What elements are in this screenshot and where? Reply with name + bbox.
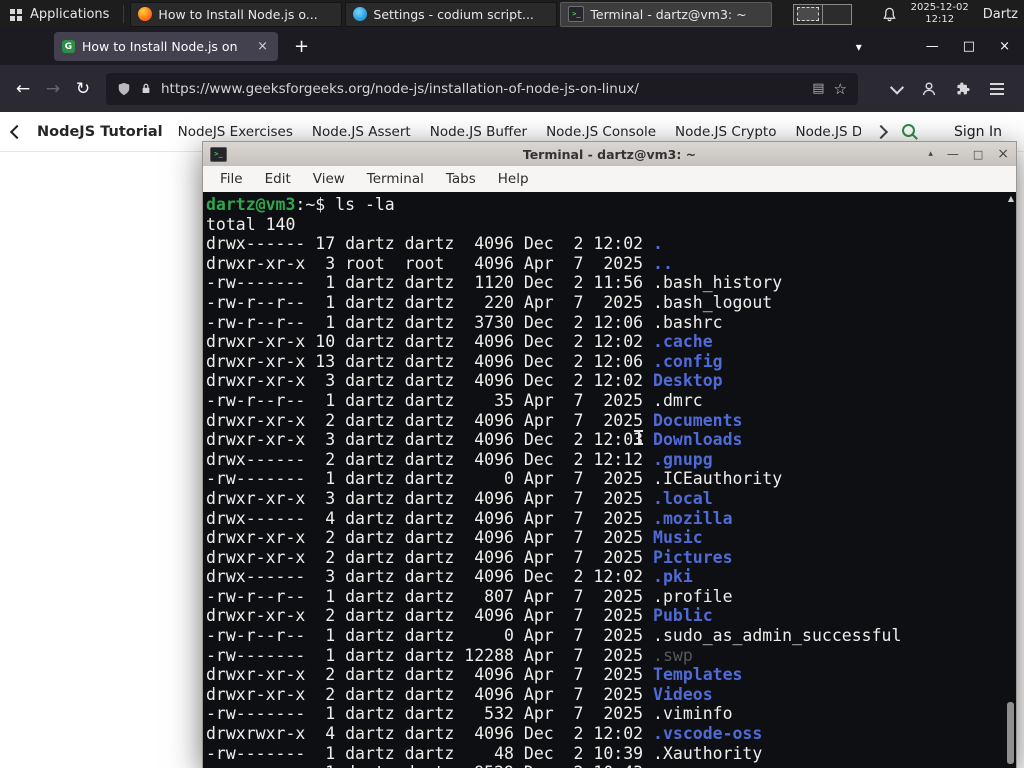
extensions-puzzle-icon[interactable] bbox=[956, 81, 971, 96]
nav-forward-chevron-icon[interactable] bbox=[873, 124, 889, 139]
navigation-toolbar: ← → ↻ https://www.geeksforgeeks.org/node… bbox=[0, 65, 1024, 112]
new-tab-button[interactable]: + bbox=[290, 36, 313, 57]
workspace-2[interactable] bbox=[822, 3, 852, 25]
reload-button[interactable]: ↻ bbox=[68, 74, 98, 104]
firefox-icon bbox=[138, 7, 153, 21]
list-all-tabs-button[interactable]: ▾ bbox=[856, 40, 862, 54]
terminal-icon: >_ bbox=[210, 146, 227, 162]
tab-close-button[interactable]: × bbox=[255, 39, 270, 54]
site-nav-item[interactable]: Node.JS Crypto bbox=[675, 124, 776, 140]
terminal-menu-terminal[interactable]: Terminal bbox=[356, 171, 435, 187]
back-button[interactable]: ← bbox=[8, 74, 38, 104]
terminal-scrollbar-thumb[interactable] bbox=[1007, 702, 1014, 764]
tab-title: How to Install Node.js on bbox=[82, 39, 238, 54]
workspace-switcher[interactable] bbox=[792, 3, 852, 25]
terminal-menu-file[interactable]: File bbox=[209, 171, 254, 187]
lock-icon[interactable] bbox=[140, 82, 152, 95]
taskbar-button-terminal[interactable]: >_ Terminal - dartz@vm3: ~ bbox=[560, 1, 773, 27]
site-nav-item[interactable]: Node.JS DNS bbox=[796, 124, 862, 140]
taskbar-button-codium[interactable]: Settings - codium script... bbox=[345, 1, 558, 27]
site-nav-item[interactable]: NodeJS Exercises bbox=[178, 124, 293, 140]
clock-date: 2025-12-02 bbox=[910, 2, 969, 13]
terminal-window: >_ Terminal - dartz@vm3: ~ ▴ — □ × File E… bbox=[202, 141, 1017, 768]
notification-bell-icon[interactable] bbox=[882, 7, 897, 22]
taskbar-button-label: Terminal - dartz@vm3: ~ bbox=[590, 6, 747, 22]
applications-label: Applications bbox=[30, 6, 110, 22]
search-icon[interactable] bbox=[901, 123, 919, 141]
workspace-window-thumb bbox=[796, 7, 819, 21]
site-nav-primary[interactable]: NodeJS Tutorial bbox=[37, 124, 163, 140]
terminal-menu-help[interactable]: Help bbox=[487, 171, 540, 187]
scrollbar-up-arrow[interactable]: ▲ bbox=[1008, 194, 1014, 203]
terminal-menubar: File Edit View Terminal Tabs Help bbox=[202, 166, 1017, 192]
menu-hamburger-icon[interactable] bbox=[990, 82, 1004, 85]
shield-icon[interactable] bbox=[117, 82, 131, 96]
top-panel: Applications How to Install Node.js o...… bbox=[0, 0, 1024, 28]
terminal-close-button[interactable]: × bbox=[997, 146, 1009, 162]
taskbar-button-label: Settings - codium script... bbox=[373, 6, 534, 22]
site-nav-item[interactable]: Node.JS Console bbox=[546, 124, 656, 140]
browser-close-button[interactable]: × bbox=[999, 39, 1010, 54]
terminal-maximize-button[interactable]: □ bbox=[973, 148, 983, 161]
terminal-minimize-button[interactable]: — bbox=[947, 147, 959, 161]
taskbar-button-firefox[interactable]: How to Install Node.js o... bbox=[130, 1, 343, 27]
terminal-icon: >_ bbox=[568, 6, 585, 22]
codium-icon bbox=[353, 7, 368, 21]
nav-back-chevron-icon[interactable] bbox=[9, 124, 25, 139]
terminal-menu-view[interactable]: View bbox=[302, 171, 356, 187]
site-nav-item[interactable]: Node.JS Buffer bbox=[430, 124, 527, 140]
terminal-menu-tabs[interactable]: Tabs bbox=[435, 171, 487, 187]
clock[interactable]: 2025-12-02 12:12 bbox=[911, 2, 969, 26]
workspace-1[interactable] bbox=[792, 3, 823, 25]
toolbar-icons bbox=[889, 80, 1016, 97]
gfg-favicon-icon: G bbox=[62, 40, 75, 53]
terminal-menu-edit[interactable]: Edit bbox=[254, 171, 302, 187]
terminal-shade-button[interactable]: ▴ bbox=[928, 149, 933, 159]
terminal-window-buttons: ▴ — □ × bbox=[928, 146, 1009, 162]
applications-menu[interactable]: Applications bbox=[0, 0, 119, 28]
reader-view-icon[interactable]: ▤ bbox=[812, 81, 824, 96]
site-nav-items: NodeJS Exercises Node.JS Assert Node.JS Bu… bbox=[178, 124, 861, 140]
site-nav-item[interactable]: Node.JS Assert bbox=[312, 124, 411, 140]
terminal-title: Terminal - dartz@vm3: ~ bbox=[522, 146, 697, 162]
taskbar-window-list: How to Install Node.js o... Settings - co… bbox=[130, 1, 773, 27]
account-icon[interactable] bbox=[921, 81, 937, 97]
tab-bar: G How to Install Node.js on × + ▾ — □ × bbox=[0, 28, 1024, 65]
bookmark-star-icon[interactable]: ☆ bbox=[834, 80, 847, 98]
browser-maximize-button[interactable]: □ bbox=[963, 39, 975, 54]
terminal-body[interactable]: dartz@vm3:~$ ls -la total 140 drwx------… bbox=[202, 192, 1017, 768]
browser-minimize-button[interactable]: — bbox=[926, 39, 939, 54]
pocket-icon[interactable] bbox=[889, 80, 905, 95]
applications-icon bbox=[10, 8, 15, 14]
taskbar-button-label: How to Install Node.js o... bbox=[158, 6, 318, 22]
url-text[interactable]: https://www.geeksforgeeks.org/node-js/in… bbox=[161, 81, 803, 97]
window-controls: ▾ — □ × bbox=[856, 39, 1024, 54]
terminal-output: dartz@vm3:~$ ls -la total 140 drwx------… bbox=[206, 195, 902, 768]
screen: Applications How to Install Node.js o...… bbox=[0, 0, 1024, 768]
panel-separator bbox=[123, 5, 125, 23]
terminal-titlebar[interactable]: >_ Terminal - dartz@vm3: ~ ▴ — □ × bbox=[202, 141, 1017, 166]
forward-button: → bbox=[45, 78, 61, 99]
user-label[interactable]: Dartz bbox=[983, 7, 1018, 22]
browser-tab[interactable]: G How to Install Node.js on × bbox=[54, 32, 278, 61]
clock-time: 12:12 bbox=[925, 14, 955, 25]
address-bar[interactable]: https://www.geeksforgeeks.org/node-js/in… bbox=[106, 72, 858, 105]
